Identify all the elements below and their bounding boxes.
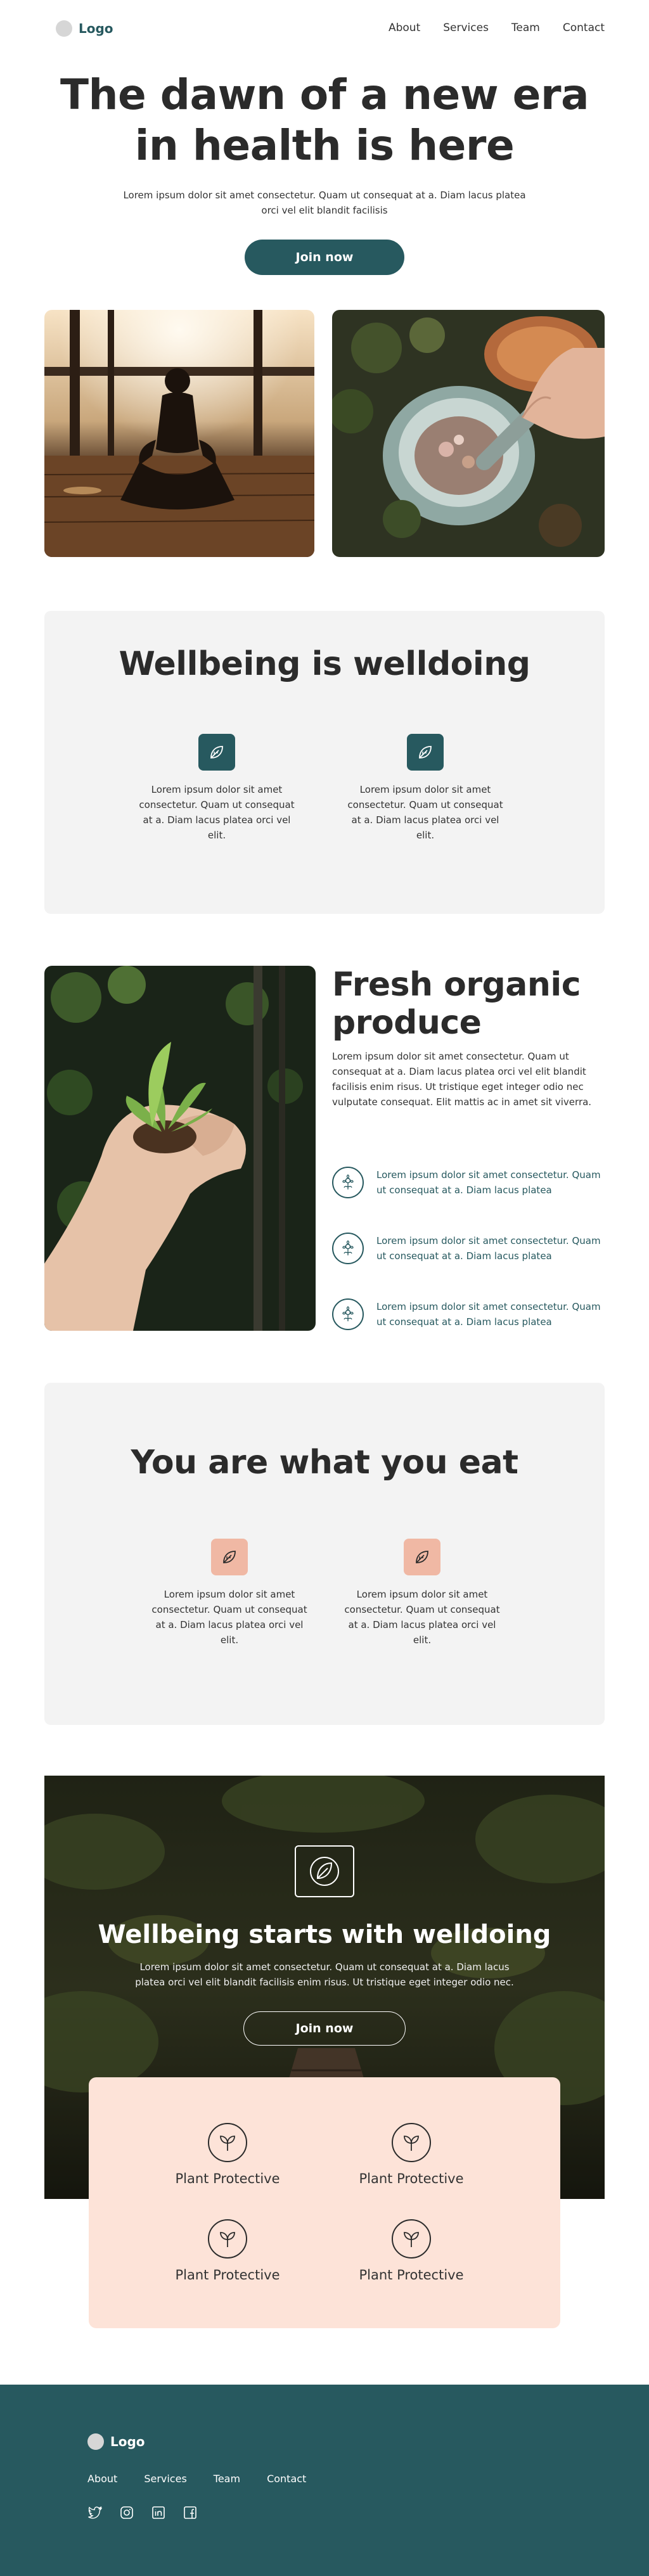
wellbeing-title: Wellbeing is welldoing (119, 645, 530, 683)
sprout-icon (392, 2219, 431, 2259)
footer-link-services[interactable]: Services (144, 2473, 186, 2485)
organic-list-text: Lorem ipsum dolor sit amet consectetur. … (376, 1235, 601, 1262)
plant-feature: Plant Protective (338, 2219, 484, 2283)
linkedin-icon[interactable] (151, 2505, 166, 2520)
banner-title: Wellbeing starts with welldoing (98, 1920, 551, 1949)
top-nav: Logo About Services Team Contact (0, 0, 649, 57)
flower-icon (332, 1233, 364, 1264)
plant-feature: Plant Protective (155, 2123, 300, 2186)
nav-link-contact[interactable]: Contact (563, 22, 605, 34)
organic-list-item: Lorem ipsum dolor sit amet consectetur. … (332, 1295, 611, 1333)
logo-mark (56, 20, 72, 37)
organic-body: Lorem ipsum dolor sit amet consectetur. … (332, 1051, 592, 1108)
eat-feature-text: Lorem ipsum dolor sit amet consectetur. … (344, 1589, 500, 1646)
plant-label: Plant Protective (175, 2267, 280, 2283)
hero-subtitle: Lorem ipsum dolor sit amet consectetur. … (123, 189, 526, 216)
banner-subtitle: Lorem ipsum dolor sit amet consectetur. … (135, 1961, 514, 1988)
eat-feature-text: Lorem ipsum dolor sit amet consectetur. … (151, 1589, 307, 1646)
nav-links: About Services Team Contact (389, 22, 605, 34)
footer-link-about[interactable]: About (87, 2473, 117, 2485)
wellbeing-feature-text: Lorem ipsum dolor sit amet consectetur. … (139, 784, 295, 841)
mortar-pestle-photo (332, 310, 605, 557)
eat-title: You are what you eat (131, 1444, 518, 1482)
nav-link-services[interactable]: Services (443, 22, 489, 34)
plant-protective-card: Plant Protective Plant Protective Plant … (89, 2077, 560, 2328)
leaf-icon (407, 734, 444, 771)
footer-logo[interactable]: Logo (87, 2433, 145, 2450)
organic-list-text: Lorem ipsum dolor sit amet consectetur. … (376, 1169, 601, 1196)
plant-feature: Plant Protective (155, 2219, 300, 2283)
leaf-icon (211, 1539, 248, 1575)
sprout-icon (392, 2123, 431, 2162)
social-links (87, 2505, 198, 2520)
footer-link-contact[interactable]: Contact (267, 2473, 306, 2485)
meditation-photo (44, 310, 314, 557)
organic-list-item: Lorem ipsum dolor sit amet consectetur. … (332, 1163, 611, 1201)
wellbeing-feature-text: Lorem ipsum dolor sit amet consectetur. … (347, 784, 503, 841)
footer-logo-text: Logo (110, 2434, 145, 2449)
nav-link-team[interactable]: Team (511, 22, 540, 34)
leaf-icon (404, 1539, 440, 1575)
logo[interactable]: Logo (56, 20, 113, 37)
nav-link-about[interactable]: About (389, 22, 420, 34)
logo-mark (87, 2433, 104, 2450)
flower-icon (332, 1167, 364, 1198)
sprout-icon (208, 2123, 247, 2162)
leaf-icon (198, 734, 235, 771)
leaf-icon (295, 1845, 354, 1897)
plant-label: Plant Protective (359, 2267, 464, 2283)
wellbeing-section: Wellbeing is welldoing Lorem ipsum dolor… (44, 611, 605, 914)
facebook-icon[interactable] (183, 2505, 198, 2520)
sprout-icon (208, 2219, 247, 2259)
twitter-icon[interactable] (87, 2505, 103, 2520)
footer-link-team[interactable]: Team (214, 2473, 240, 2485)
plant-label: Plant Protective (175, 2171, 280, 2186)
seedling-hand-photo (44, 966, 316, 1331)
organic-title: Fresh organic produce (332, 966, 581, 1042)
instagram-icon[interactable] (119, 2505, 134, 2520)
hero-title: The dawn of a new era in health is here (60, 70, 589, 170)
plant-label: Plant Protective (359, 2171, 464, 2186)
organic-list-item: Lorem ipsum dolor sit amet consectetur. … (332, 1229, 611, 1267)
eat-section: You are what you eat Lorem ipsum dolor s… (44, 1383, 605, 1725)
join-now-button[interactable]: Join now (245, 240, 404, 275)
footer: Logo About Services Team Contact (0, 2385, 649, 2576)
banner-join-now-button[interactable]: Join now (243, 2011, 406, 2046)
plant-feature: Plant Protective (338, 2123, 484, 2186)
logo-text: Logo (79, 21, 113, 36)
organic-list-text: Lorem ipsum dolor sit amet consectetur. … (376, 1301, 601, 1328)
footer-links: About Services Team Contact (87, 2473, 306, 2485)
flower-icon (332, 1298, 364, 1330)
